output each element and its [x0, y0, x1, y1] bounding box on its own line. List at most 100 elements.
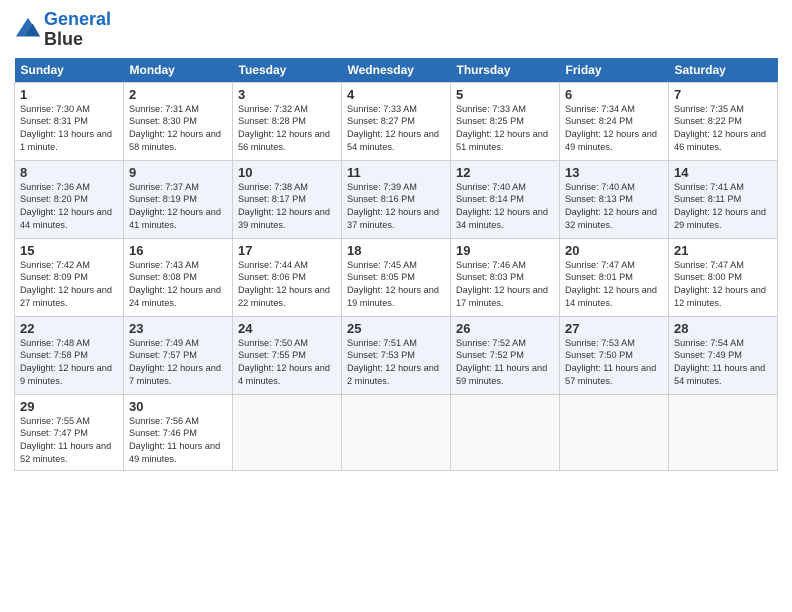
calendar-cell: 21 Sunrise: 7:47 AMSunset: 8:00 PMDaylig…: [669, 238, 778, 316]
calendar-cell: 1 Sunrise: 7:30 AMSunset: 8:31 PMDayligh…: [15, 82, 124, 160]
calendar-cell: [342, 394, 451, 471]
day-info: Sunrise: 7:34 AMSunset: 8:24 PMDaylight:…: [565, 104, 657, 153]
header-monday: Monday: [124, 58, 233, 83]
day-number: 17: [238, 243, 336, 258]
day-info: Sunrise: 7:52 AMSunset: 7:52 PMDaylight:…: [456, 338, 547, 387]
calendar-cell: [233, 394, 342, 471]
day-info: Sunrise: 7:44 AMSunset: 8:06 PMDaylight:…: [238, 260, 330, 309]
calendar-cell: 12 Sunrise: 7:40 AMSunset: 8:14 PMDaylig…: [451, 160, 560, 238]
day-number: 15: [20, 243, 118, 258]
calendar-cell: 11 Sunrise: 7:39 AMSunset: 8:16 PMDaylig…: [342, 160, 451, 238]
day-info: Sunrise: 7:40 AMSunset: 8:13 PMDaylight:…: [565, 182, 657, 231]
day-info: Sunrise: 7:30 AMSunset: 8:31 PMDaylight:…: [20, 104, 112, 153]
calendar-cell: 29 Sunrise: 7:55 AMSunset: 7:47 PMDaylig…: [15, 394, 124, 471]
day-number: 22: [20, 321, 118, 336]
day-info: Sunrise: 7:47 AMSunset: 8:00 PMDaylight:…: [674, 260, 766, 309]
day-number: 20: [565, 243, 663, 258]
calendar-cell: 3 Sunrise: 7:32 AMSunset: 8:28 PMDayligh…: [233, 82, 342, 160]
calendar-cell: 24 Sunrise: 7:50 AMSunset: 7:55 PMDaylig…: [233, 316, 342, 394]
day-info: Sunrise: 7:33 AMSunset: 8:25 PMDaylight:…: [456, 104, 548, 153]
day-number: 27: [565, 321, 663, 336]
day-info: Sunrise: 7:33 AMSunset: 8:27 PMDaylight:…: [347, 104, 439, 153]
calendar-cell: 2 Sunrise: 7:31 AMSunset: 8:30 PMDayligh…: [124, 82, 233, 160]
logo-text: GeneralBlue: [44, 10, 111, 50]
page-container: GeneralBlue Sunday Monday Tuesday Wednes…: [0, 0, 792, 481]
day-number: 2: [129, 87, 227, 102]
day-number: 23: [129, 321, 227, 336]
calendar-cell: 4 Sunrise: 7:33 AMSunset: 8:27 PMDayligh…: [342, 82, 451, 160]
day-number: 5: [456, 87, 554, 102]
day-info: Sunrise: 7:55 AMSunset: 7:47 PMDaylight:…: [20, 416, 111, 465]
day-info: Sunrise: 7:43 AMSunset: 8:08 PMDaylight:…: [129, 260, 221, 309]
calendar-table: Sunday Monday Tuesday Wednesday Thursday…: [14, 58, 778, 472]
day-number: 24: [238, 321, 336, 336]
day-info: Sunrise: 7:31 AMSunset: 8:30 PMDaylight:…: [129, 104, 221, 153]
calendar-cell: 17 Sunrise: 7:44 AMSunset: 8:06 PMDaylig…: [233, 238, 342, 316]
logo: GeneralBlue: [14, 10, 111, 50]
header-thursday: Thursday: [451, 58, 560, 83]
calendar-cell: 20 Sunrise: 7:47 AMSunset: 8:01 PMDaylig…: [560, 238, 669, 316]
day-number: 29: [20, 399, 118, 414]
day-number: 9: [129, 165, 227, 180]
day-info: Sunrise: 7:50 AMSunset: 7:55 PMDaylight:…: [238, 338, 330, 387]
day-info: Sunrise: 7:39 AMSunset: 8:16 PMDaylight:…: [347, 182, 439, 231]
day-info: Sunrise: 7:35 AMSunset: 8:22 PMDaylight:…: [674, 104, 766, 153]
day-info: Sunrise: 7:48 AMSunset: 7:58 PMDaylight:…: [20, 338, 112, 387]
day-number: 8: [20, 165, 118, 180]
calendar-cell: 10 Sunrise: 7:38 AMSunset: 8:17 PMDaylig…: [233, 160, 342, 238]
day-number: 26: [456, 321, 554, 336]
calendar-cell: 25 Sunrise: 7:51 AMSunset: 7:53 PMDaylig…: [342, 316, 451, 394]
calendar-cell: 13 Sunrise: 7:40 AMSunset: 8:13 PMDaylig…: [560, 160, 669, 238]
calendar-cell: 15 Sunrise: 7:42 AMSunset: 8:09 PMDaylig…: [15, 238, 124, 316]
header-saturday: Saturday: [669, 58, 778, 83]
calendar-cell: 5 Sunrise: 7:33 AMSunset: 8:25 PMDayligh…: [451, 82, 560, 160]
day-info: Sunrise: 7:53 AMSunset: 7:50 PMDaylight:…: [565, 338, 656, 387]
day-info: Sunrise: 7:42 AMSunset: 8:09 PMDaylight:…: [20, 260, 112, 309]
day-number: 6: [565, 87, 663, 102]
day-info: Sunrise: 7:37 AMSunset: 8:19 PMDaylight:…: [129, 182, 221, 231]
calendar-cell: 28 Sunrise: 7:54 AMSunset: 7:49 PMDaylig…: [669, 316, 778, 394]
calendar-cell: 30 Sunrise: 7:56 AMSunset: 7:46 PMDaylig…: [124, 394, 233, 471]
calendar-cell: 14 Sunrise: 7:41 AMSunset: 8:11 PMDaylig…: [669, 160, 778, 238]
day-number: 19: [456, 243, 554, 258]
day-number: 1: [20, 87, 118, 102]
day-number: 12: [456, 165, 554, 180]
calendar-cell: 8 Sunrise: 7:36 AMSunset: 8:20 PMDayligh…: [15, 160, 124, 238]
calendar-cell: 22 Sunrise: 7:48 AMSunset: 7:58 PMDaylig…: [15, 316, 124, 394]
day-info: Sunrise: 7:46 AMSunset: 8:03 PMDaylight:…: [456, 260, 548, 309]
day-number: 16: [129, 243, 227, 258]
day-info: Sunrise: 7:51 AMSunset: 7:53 PMDaylight:…: [347, 338, 439, 387]
day-number: 10: [238, 165, 336, 180]
day-info: Sunrise: 7:36 AMSunset: 8:20 PMDaylight:…: [20, 182, 112, 231]
calendar-cell: 6 Sunrise: 7:34 AMSunset: 8:24 PMDayligh…: [560, 82, 669, 160]
calendar-cell: [451, 394, 560, 471]
day-info: Sunrise: 7:41 AMSunset: 8:11 PMDaylight:…: [674, 182, 766, 231]
calendar-cell: [669, 394, 778, 471]
calendar-cell: 23 Sunrise: 7:49 AMSunset: 7:57 PMDaylig…: [124, 316, 233, 394]
header-wednesday: Wednesday: [342, 58, 451, 83]
day-number: 3: [238, 87, 336, 102]
day-info: Sunrise: 7:38 AMSunset: 8:17 PMDaylight:…: [238, 182, 330, 231]
weekday-header-row: Sunday Monday Tuesday Wednesday Thursday…: [15, 58, 778, 83]
calendar-cell: 16 Sunrise: 7:43 AMSunset: 8:08 PMDaylig…: [124, 238, 233, 316]
calendar-cell: [560, 394, 669, 471]
day-number: 4: [347, 87, 445, 102]
header-friday: Friday: [560, 58, 669, 83]
day-info: Sunrise: 7:47 AMSunset: 8:01 PMDaylight:…: [565, 260, 657, 309]
calendar-cell: 7 Sunrise: 7:35 AMSunset: 8:22 PMDayligh…: [669, 82, 778, 160]
day-number: 13: [565, 165, 663, 180]
day-info: Sunrise: 7:56 AMSunset: 7:46 PMDaylight:…: [129, 416, 220, 465]
calendar-cell: 27 Sunrise: 7:53 AMSunset: 7:50 PMDaylig…: [560, 316, 669, 394]
day-info: Sunrise: 7:45 AMSunset: 8:05 PMDaylight:…: [347, 260, 439, 309]
logo-icon: [14, 16, 42, 44]
calendar-cell: 19 Sunrise: 7:46 AMSunset: 8:03 PMDaylig…: [451, 238, 560, 316]
day-number: 18: [347, 243, 445, 258]
day-info: Sunrise: 7:40 AMSunset: 8:14 PMDaylight:…: [456, 182, 548, 231]
calendar-cell: 9 Sunrise: 7:37 AMSunset: 8:19 PMDayligh…: [124, 160, 233, 238]
day-number: 21: [674, 243, 772, 258]
calendar-cell: 26 Sunrise: 7:52 AMSunset: 7:52 PMDaylig…: [451, 316, 560, 394]
day-number: 7: [674, 87, 772, 102]
day-info: Sunrise: 7:54 AMSunset: 7:49 PMDaylight:…: [674, 338, 765, 387]
header-tuesday: Tuesday: [233, 58, 342, 83]
day-number: 14: [674, 165, 772, 180]
